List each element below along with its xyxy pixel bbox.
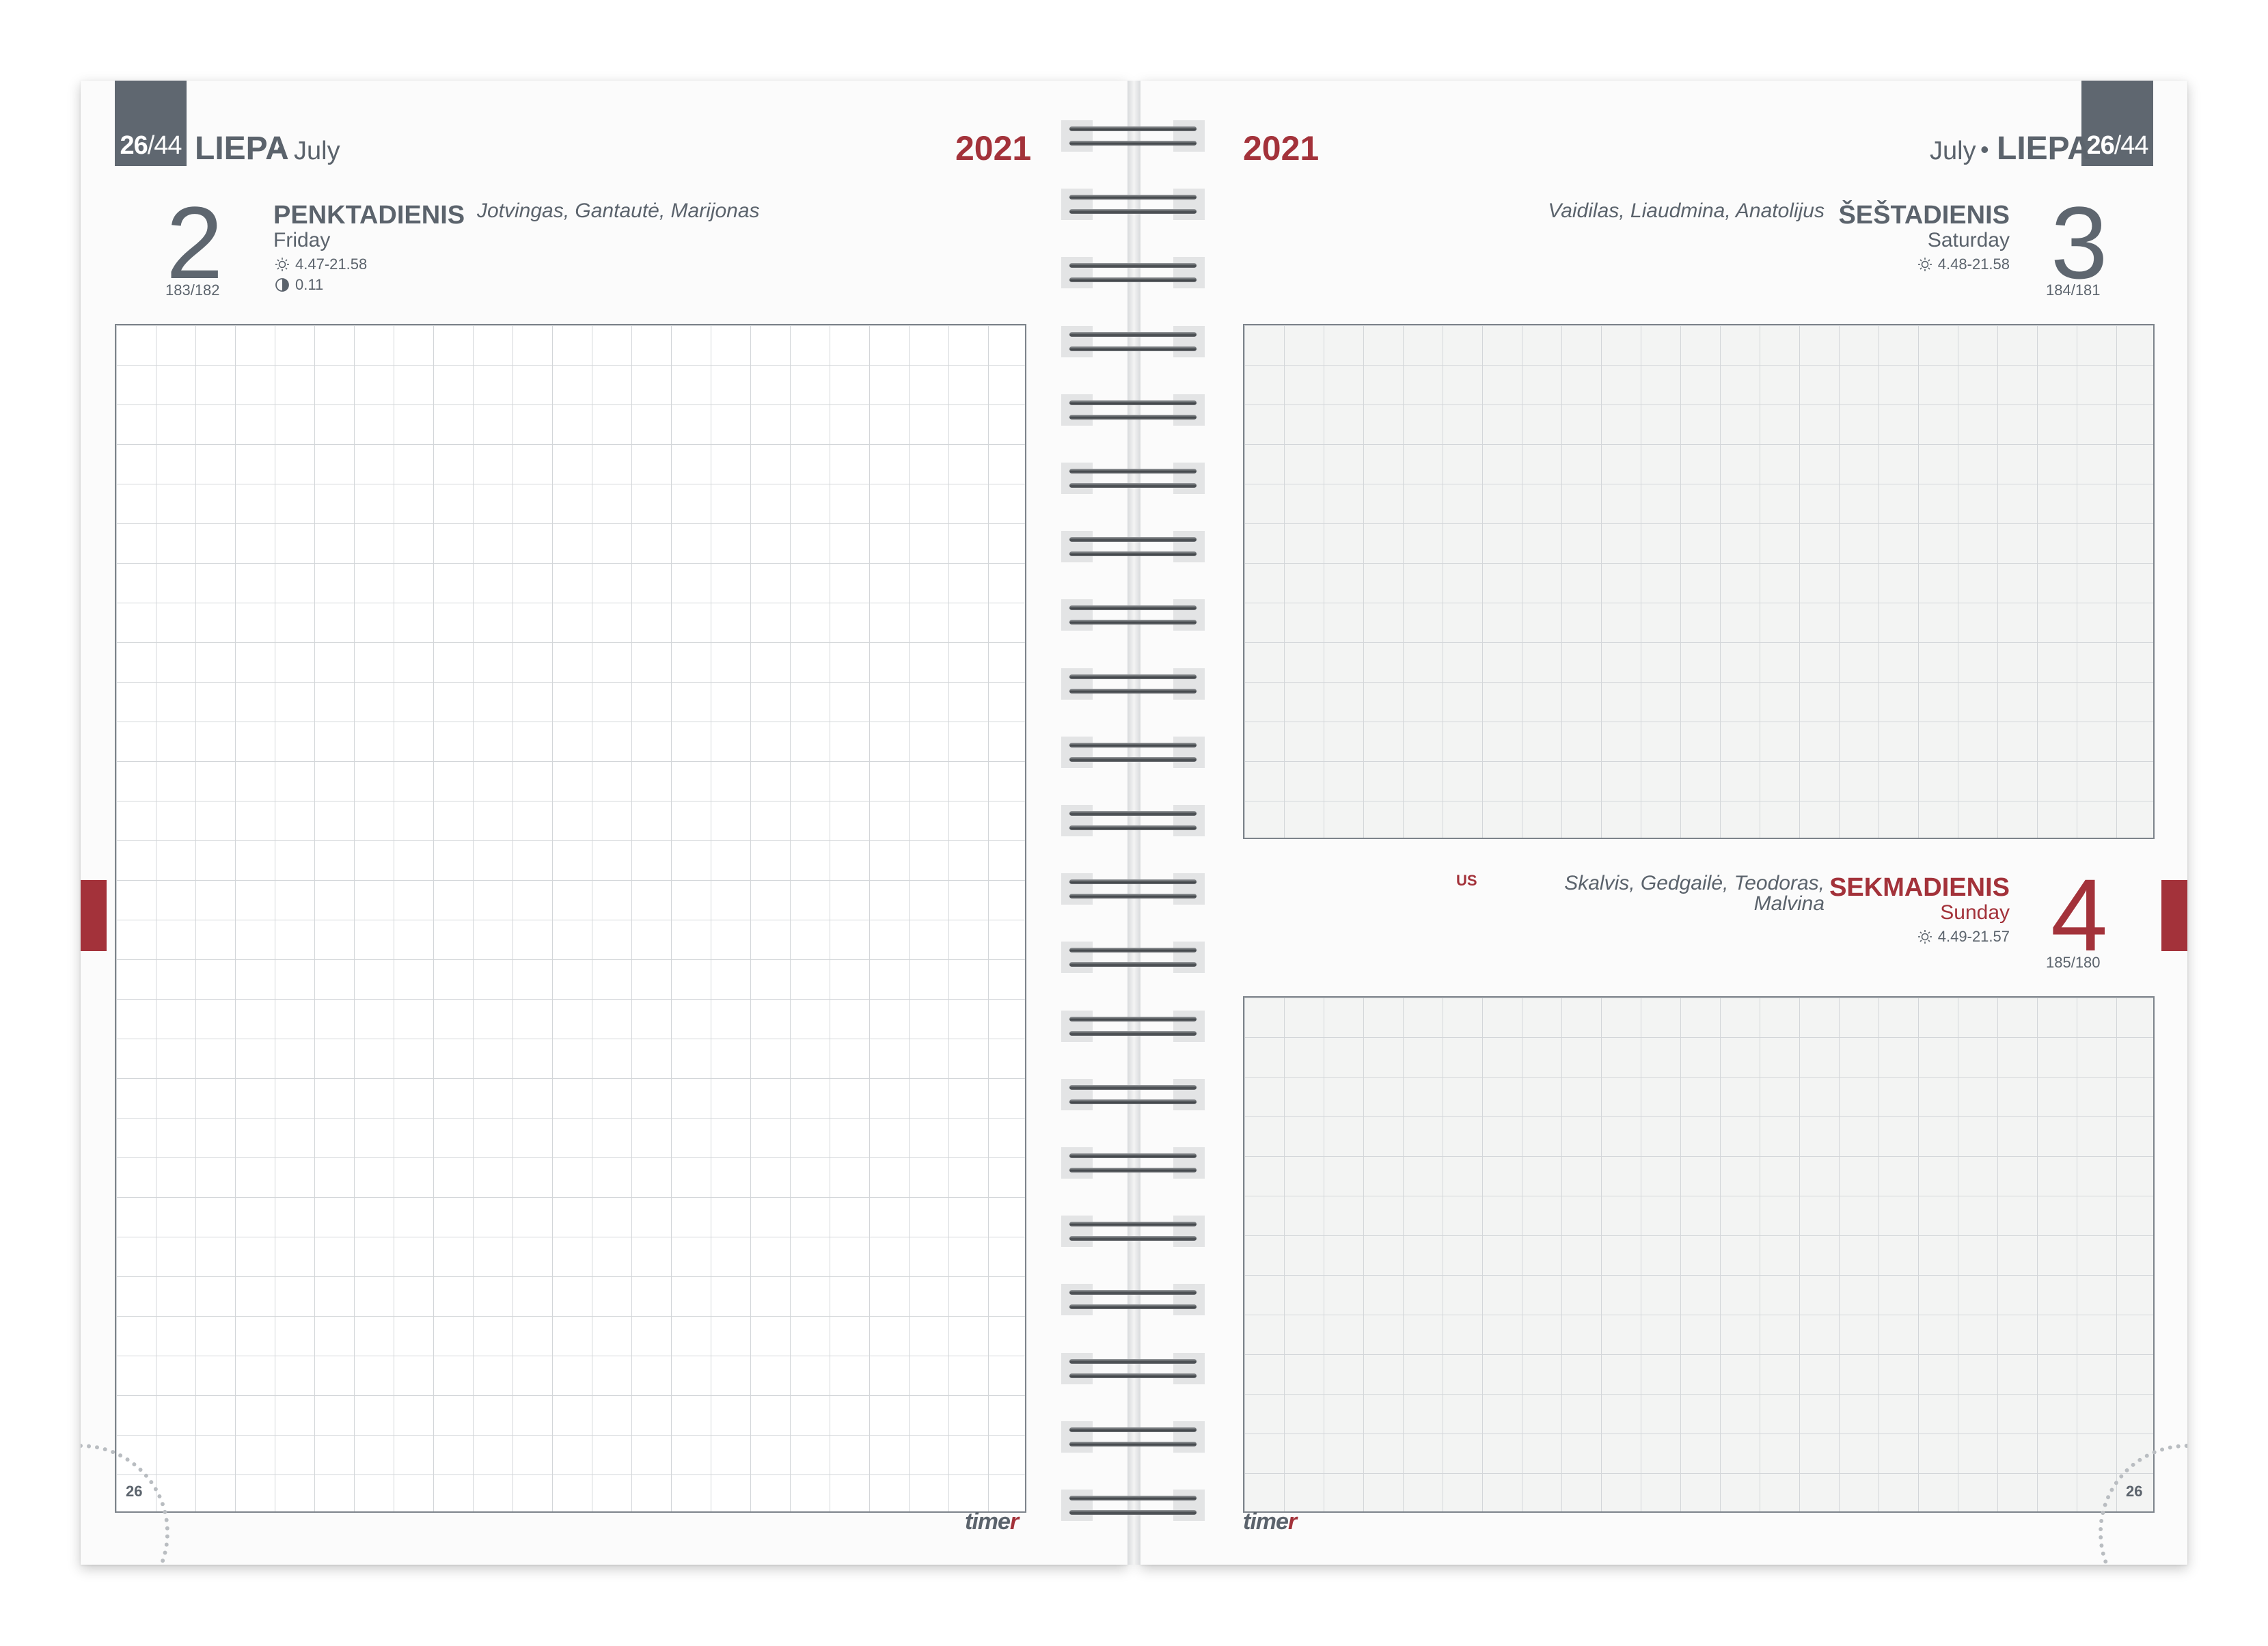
month-side-tab	[2161, 880, 2187, 951]
sun-times: 4.47-21.58	[295, 256, 368, 273]
spiral-ring	[1061, 873, 1205, 905]
right-page: 26/44 July • LIEPA 2021 3 184/181 ŠEŠTAD…	[1140, 81, 2187, 1565]
week-separator: /	[147, 131, 155, 160]
week-tab: 26/44	[115, 81, 187, 166]
spiral-ring	[1061, 1421, 1205, 1453]
spiral-ring	[1061, 1010, 1205, 1042]
year-label: 2021	[1243, 129, 1320, 167]
spiral-ring	[1061, 599, 1205, 631]
brand-logo: timer	[1243, 1509, 1297, 1535]
notes-grid-saturday[interactable]	[1243, 324, 2155, 839]
sunrise-sunset: 4.49-21.57	[1917, 928, 2010, 946]
weekday-lt: ŠEŠTADIENIS	[1838, 201, 2010, 230]
sun-icon	[1917, 258, 1932, 271]
month-title-lt: LIEPA	[195, 131, 289, 167]
notes-grid-sunday[interactable]	[1243, 996, 2155, 1513]
notes-grid[interactable]	[115, 324, 1026, 1513]
spiral-ring	[1061, 736, 1205, 768]
moon-phase-icon	[275, 278, 289, 292]
weeks-total: 44	[2120, 131, 2148, 160]
day-number: 2	[166, 185, 223, 300]
spiral-ring	[1061, 942, 1205, 974]
week-number: 26	[120, 131, 148, 160]
sunrise-sunset: 4.47-21.58	[275, 256, 367, 273]
brand-accent: r	[1287, 1509, 1297, 1535]
day-of-year: 183/182	[165, 282, 220, 299]
brand-logo: timer	[965, 1509, 1019, 1535]
spiral-ring	[1061, 1078, 1205, 1110]
name-days: Skalvis, Gedgailė, Teodoras, Malvina	[1564, 873, 1825, 914]
month-title-lt: LIEPA	[1997, 131, 2091, 167]
spiral-ring	[1061, 1147, 1205, 1179]
month-side-tab	[81, 880, 107, 951]
day-number: 4	[2051, 858, 2108, 972]
spiral-ring	[1061, 257, 1205, 289]
sun-times: 4.48-21.58	[1937, 256, 2010, 273]
brand-text: time	[965, 1509, 1011, 1535]
weekday-en: Saturday	[1927, 229, 2010, 251]
name-days-line: Skalvis, Gedgailė, Teodoras,	[1564, 872, 1825, 894]
spiral-ring	[1061, 805, 1205, 836]
moon-time: 0.11	[295, 276, 324, 293]
day-number: 3	[2051, 185, 2108, 300]
spiral-ring	[1061, 1490, 1205, 1521]
page-number: 26	[126, 1483, 143, 1500]
sun-icon	[1917, 930, 1932, 944]
name-days-line: Malvina	[1753, 892, 1825, 915]
month-title-en: July	[1930, 137, 1976, 165]
spiral-ring	[1061, 1284, 1205, 1316]
spiral-ring	[1061, 394, 1205, 426]
year-label: 2021	[955, 129, 1032, 167]
spiral-ring	[1061, 120, 1205, 152]
sun-times: 4.49-21.57	[1937, 928, 2010, 945]
left-page: 26/44 LIEPA • July 2021 2 183/182 PENKTA…	[81, 81, 1128, 1565]
week-tab: 26/44	[2081, 81, 2153, 166]
month-title-en: July	[294, 137, 340, 165]
moon-phase: 0.11	[275, 276, 323, 294]
name-days: Vaidilas, Liaudmina, Anatolijus	[1548, 200, 1825, 222]
spiral-ring	[1061, 668, 1205, 700]
name-days: Jotvingas, Gantautė, Marijonas	[477, 200, 760, 222]
day-of-year: 184/181	[2046, 282, 2101, 299]
spiral-ring	[1061, 531, 1205, 563]
page-number: 26	[2126, 1483, 2143, 1500]
spiral-ring	[1061, 189, 1205, 221]
weekday-lt: PENKTADIENIS	[273, 201, 465, 230]
holiday-code: US	[1456, 872, 1477, 889]
month-bullet: •	[1980, 135, 1989, 163]
spiral-ring	[1061, 463, 1205, 494]
spiral-ring	[1061, 1352, 1205, 1384]
spiral-ring	[1061, 325, 1205, 357]
sun-icon	[275, 258, 289, 271]
weeks-total: 44	[154, 131, 182, 160]
weekday-lt: SEKMADIENIS	[1829, 873, 2010, 902]
day-of-year: 185/180	[2046, 954, 2101, 971]
brand-text: time	[1243, 1509, 1289, 1535]
weekday-en: Friday	[273, 229, 331, 251]
brand-accent: r	[1009, 1509, 1019, 1535]
week-separator: /	[2114, 131, 2122, 160]
spiral-ring	[1061, 1216, 1205, 1248]
month-bullet: •	[277, 135, 286, 163]
weekday-en: Sunday	[1940, 901, 2010, 924]
sunrise-sunset: 4.48-21.58	[1917, 256, 2010, 273]
